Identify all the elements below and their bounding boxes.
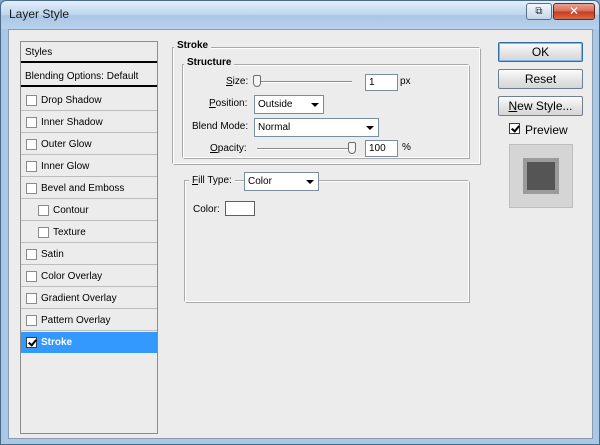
style-item-drop-shadow[interactable]: Drop Shadow	[21, 90, 157, 111]
stroke-group-title: Stroke	[174, 40, 212, 51]
styles-header[interactable]: Styles	[21, 42, 157, 63]
size-label-text: ize:	[232, 76, 249, 87]
style-item-inner-glow[interactable]: Inner Glow	[21, 156, 157, 177]
drop-shadow-checkbox[interactable]	[26, 95, 37, 106]
color-label: Color:	[193, 204, 220, 215]
layer-style-dialog: Layer Style ⧉ ✕ Styles Blending Options:…	[0, 0, 600, 445]
position-label: Position:	[209, 98, 247, 109]
style-item-inner-shadow[interactable]: Inner Shadow	[21, 112, 157, 133]
style-item-label: Inner Glow	[41, 161, 90, 172]
size-input[interactable]: 1	[365, 74, 398, 91]
opacity-label-text: pacity:	[217, 143, 247, 154]
chevron-down-icon	[311, 103, 319, 107]
inner-shadow-checkbox[interactable]	[26, 117, 37, 128]
style-item-gradient-overlay[interactable]: Gradient Overlay	[21, 288, 157, 309]
restore-icon[interactable]: ⧉	[526, 3, 552, 20]
color-overlay-checkbox[interactable]	[26, 271, 37, 282]
fill-type-label-text: ill Type:	[198, 175, 232, 186]
style-item-label: Contour	[53, 205, 89, 216]
blend-mode-label: Blend Mode:	[192, 121, 248, 132]
position-label-text: osition:	[215, 98, 248, 109]
inner-glow-checkbox[interactable]	[26, 161, 37, 172]
style-item-label: Drop Shadow	[41, 95, 102, 106]
opacity-slider-thumb[interactable]	[348, 142, 356, 154]
outer-glow-checkbox[interactable]	[26, 139, 37, 150]
dialog-body: Styles Blending Options: Default Drop Sh…	[8, 29, 593, 439]
size-label: Size:	[226, 76, 248, 87]
style-item-bevel-emboss[interactable]: Bevel and Emboss	[21, 178, 157, 199]
style-item-pattern-overlay[interactable]: Pattern Overlay	[21, 310, 157, 331]
style-item-texture[interactable]: Texture	[21, 222, 157, 243]
style-item-label: Inner Shadow	[41, 117, 103, 128]
fill-type-select[interactable]: Color	[244, 172, 319, 191]
size-slider-track[interactable]	[254, 81, 352, 83]
blend-mode-label-colon: :	[245, 121, 249, 132]
stroke-color-swatch[interactable]	[225, 201, 255, 216]
position-select-value: Outside	[258, 99, 293, 110]
blend-mode-select[interactable]: Normal	[254, 118, 379, 137]
style-item-outer-glow[interactable]: Outer Glow	[21, 134, 157, 155]
blend-mode-select-value: Normal	[258, 122, 291, 133]
structure-group-title: Structure	[184, 57, 235, 68]
style-item-label: Outer Glow	[41, 139, 92, 150]
style-item-label: Gradient Overlay	[41, 293, 117, 304]
style-item-label: Pattern Overlay	[41, 315, 111, 326]
gradient-overlay-checkbox[interactable]	[26, 293, 37, 304]
style-item-contour[interactable]: Contour	[21, 200, 157, 221]
opacity-unit: %	[402, 142, 411, 153]
ok-button[interactable]: OK	[498, 42, 583, 62]
pattern-overlay-checkbox[interactable]	[26, 315, 37, 326]
size-label-hotkey: S	[226, 76, 233, 87]
fill-type-select-value: Color	[248, 176, 272, 187]
chevron-down-icon	[366, 126, 374, 130]
satin-checkbox[interactable]	[26, 249, 37, 260]
reset-button[interactable]: Reset	[498, 69, 583, 89]
title-bar[interactable]: Layer Style ⧉ ✕	[1, 1, 599, 29]
style-item-stroke[interactable]: Stroke	[21, 332, 157, 353]
style-item-satin[interactable]: Satin	[21, 244, 157, 265]
bevel-emboss-checkbox[interactable]	[26, 183, 37, 194]
new-style-hotkey: N	[508, 99, 518, 113]
close-icon[interactable]: ✕	[553, 3, 595, 20]
blend-mode-label-text: Blend Mode	[192, 121, 246, 132]
preview-checkbox[interactable]	[509, 123, 520, 134]
style-item-label: Color Overlay	[41, 271, 103, 282]
size-unit: px	[400, 76, 411, 87]
preview-stroke	[523, 158, 559, 194]
new-style-button[interactable]: New Style...	[498, 96, 583, 116]
chevron-down-icon	[306, 180, 314, 184]
style-item-label: Bevel and Emboss	[41, 183, 125, 194]
preview-fill	[527, 162, 555, 190]
opacity-label: Opacity:	[210, 143, 247, 154]
window-title: Layer Style	[9, 7, 70, 21]
blending-options[interactable]: Blending Options: Default	[21, 66, 157, 87]
fill-group	[184, 180, 470, 303]
preview-label: Preview	[525, 123, 568, 137]
position-select[interactable]: Outside	[254, 95, 324, 114]
style-item-label: Stroke	[41, 337, 73, 348]
styles-header-label: Styles	[25, 47, 53, 58]
new-style-label: ew Style...	[517, 99, 573, 113]
texture-checkbox[interactable]	[38, 227, 49, 238]
size-slider-thumb[interactable]	[253, 75, 261, 87]
contour-checkbox[interactable]	[38, 205, 49, 216]
style-item-color-overlay[interactable]: Color Overlay	[21, 266, 157, 287]
opacity-label-hotkey: O	[210, 143, 218, 154]
style-item-label: Texture	[53, 227, 86, 238]
stroke-checkbox[interactable]	[26, 337, 37, 348]
opacity-slider-track[interactable]	[257, 148, 355, 150]
fill-type-label: Fill Type:	[189, 173, 235, 195]
blending-options-label: Blending Options: Default	[25, 71, 139, 82]
preview-thumbnail	[509, 144, 573, 208]
opacity-input[interactable]: 100	[365, 140, 398, 157]
position-label-hotkey: P	[209, 98, 216, 109]
styles-list: Styles Blending Options: Default Drop Sh…	[20, 41, 158, 434]
style-item-label: Satin	[41, 249, 64, 260]
